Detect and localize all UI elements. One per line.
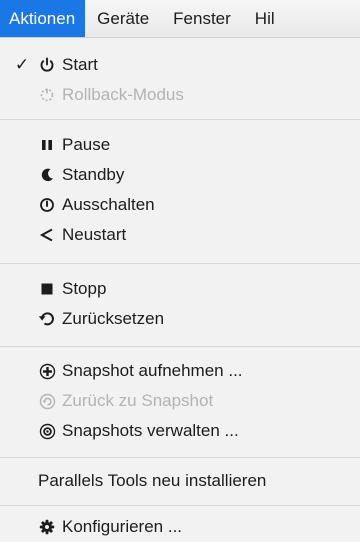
menu-item-rollback-modus: Rollback-Modus: [0, 80, 360, 110]
snapshot-manage-icon: [38, 422, 56, 440]
menu-item-label: Zurück zu Snapshot: [62, 391, 214, 410]
stop-icon: [38, 280, 56, 298]
menu-separator: [0, 457, 360, 458]
menu-item-parallels-tools-neu-installieren[interactable]: Parallels Tools neu installieren: [0, 466, 360, 496]
menu-item-snapshots-verwalten[interactable]: Snapshots verwalten ...: [0, 416, 360, 446]
menu-item-konfigurieren[interactable]: Konfigurieren ...: [0, 512, 360, 542]
menu-item-label: Standby: [62, 165, 125, 184]
menu-separator: [0, 263, 360, 264]
checkmark-icon: ✓: [14, 55, 30, 74]
menu-item-zurueck-zu-snapshot: Zurück zu Snapshot: [0, 386, 360, 416]
menu-item-stopp[interactable]: Stopp: [0, 274, 360, 304]
menu-separator: [0, 346, 360, 347]
menu-item-label: Pause: [62, 135, 111, 154]
rollback-icon: [38, 86, 56, 104]
power-icon: [38, 56, 56, 74]
menu-aktionen[interactable]: Aktionen: [0, 0, 86, 37]
gear-icon: [38, 518, 56, 536]
menu-bar: Aktionen Geräte Fenster Hil: [0, 0, 360, 38]
menu-separator: [0, 119, 360, 120]
restart-icon: [38, 226, 56, 244]
menu-item-label: Stopp: [62, 279, 107, 298]
menu-item-neustart[interactable]: Neustart: [0, 220, 360, 250]
menu-item-zuruecksetzen[interactable]: Zurücksetzen: [0, 304, 360, 334]
menu-item-ausschalten[interactable]: Ausschalten: [0, 190, 360, 220]
reset-icon: [38, 310, 56, 328]
menu-item-label: Snapshots verwalten ...: [62, 421, 239, 440]
menu-item-label: Start: [62, 55, 98, 74]
snapshot-take-icon: [38, 362, 56, 380]
menu-item-label: Rollback-Modus: [62, 85, 184, 104]
aktionen-dropdown-menu: ✓ Start Rollback-Modus Pause Standby Aus…: [0, 38, 360, 541]
menu-item-standby[interactable]: Standby: [0, 160, 360, 190]
menu-hilfe[interactable]: Hil: [243, 0, 287, 37]
menu-geraete[interactable]: Geräte: [85, 0, 161, 37]
menu-item-label: Ausschalten: [62, 195, 155, 214]
menu-item-label: Zurücksetzen: [62, 309, 165, 328]
power-off-icon: [38, 196, 56, 214]
menu-item-label: Snapshot aufnehmen ...: [62, 361, 243, 380]
menu-item-snapshot-aufnehmen[interactable]: Snapshot aufnehmen ...: [0, 356, 360, 386]
menu-separator: [0, 505, 360, 506]
menu-item-pause[interactable]: Pause: [0, 130, 360, 160]
menu-item-label: Neustart: [62, 225, 127, 244]
menu-item-label: Parallels Tools neu installieren: [38, 471, 267, 490]
moon-icon: [38, 166, 56, 184]
menu-fenster[interactable]: Fenster: [161, 0, 243, 37]
pause-icon: [38, 136, 56, 154]
menu-item-start[interactable]: ✓ Start: [0, 50, 360, 80]
menu-item-label: Konfigurieren ...: [62, 517, 183, 536]
snapshot-revert-icon: [38, 392, 56, 410]
